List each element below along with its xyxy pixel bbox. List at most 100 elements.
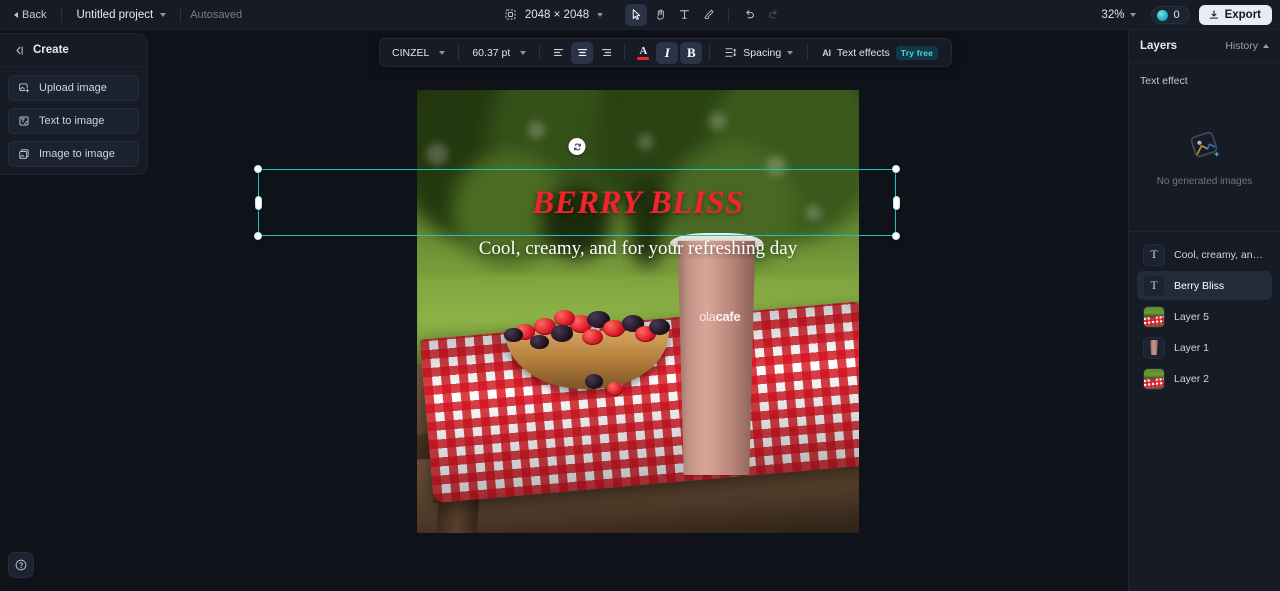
layer-row[interactable]: T Cool, creamy, and fo… xyxy=(1137,240,1272,269)
rotate-handle-icon xyxy=(573,143,581,150)
autosaved-label: Autosaved xyxy=(190,8,243,21)
divider xyxy=(458,45,460,60)
align-center-button[interactable] xyxy=(571,41,594,64)
text-color-swatch-icon: A xyxy=(637,45,650,60)
align-left-icon xyxy=(553,49,563,56)
resize-handle-right[interactable] xyxy=(892,195,900,210)
layer-name: Layer 2 xyxy=(1174,372,1210,385)
try-free-badge[interactable]: Try free xyxy=(895,45,939,60)
export-button[interactable]: Export xyxy=(1198,5,1272,25)
create-panel-header: Create xyxy=(0,34,147,67)
layer-row[interactable]: Layer 5 xyxy=(1137,302,1272,331)
resize-handle-top-left[interactable] xyxy=(254,165,262,173)
align-right-button[interactable] xyxy=(595,42,617,64)
app-root: Back Untitled project Autosaved 2048 × 2… xyxy=(0,0,1280,591)
spacing-dropdown[interactable]: Spacing xyxy=(717,43,800,62)
layers-list: T Cool, creamy, and fo… T Berry Bliss La… xyxy=(1129,232,1280,393)
history-toggle[interactable]: History xyxy=(1225,40,1269,52)
text-color-bar xyxy=(637,56,650,60)
layer-thumbnail-image xyxy=(1143,367,1165,390)
image-to-image-icon xyxy=(19,149,29,159)
poster-subtitle-text[interactable]: Cool, creamy, and for your refreshing da… xyxy=(444,238,833,260)
layer-thumbnail-text-icon: T xyxy=(1143,274,1165,297)
text-selection-box[interactable] xyxy=(254,138,900,240)
layer-row[interactable]: T Berry Bliss xyxy=(1137,271,1272,300)
bold-icon: B xyxy=(686,44,696,60)
top-bar-left: Back Untitled project Autosaved xyxy=(0,0,242,30)
text-effects-button[interactable]: AI Text effects Try free xyxy=(815,43,945,63)
text-tool-button[interactable] xyxy=(673,4,695,26)
resize-handle-left[interactable] xyxy=(254,195,262,210)
spacing-icon xyxy=(725,48,737,57)
chevron-down-icon xyxy=(787,50,794,55)
berry xyxy=(504,327,524,343)
chevron-left-icon xyxy=(14,11,18,18)
collapse-panel-icon[interactable] xyxy=(12,44,25,57)
upload-image-icon xyxy=(19,83,30,93)
bold-button[interactable]: B xyxy=(680,41,703,64)
font-size-dropdown[interactable]: 60.37 pt xyxy=(466,44,532,62)
help-button[interactable] xyxy=(8,552,34,578)
download-icon xyxy=(1209,10,1218,19)
layer-row[interactable]: Layer 2 xyxy=(1137,364,1272,393)
chevron-down-icon xyxy=(597,12,604,17)
ai-badge-icon: AI xyxy=(822,47,831,58)
text-formatting-toolbar: CINZEL 60.37 pt A I B Spacing AI Text ef… xyxy=(379,38,953,67)
divider xyxy=(180,7,182,22)
font-family-dropdown[interactable]: CINZEL xyxy=(386,44,451,62)
redo-button[interactable] xyxy=(762,4,784,26)
project-name-dropdown[interactable]: Untitled project xyxy=(69,6,173,24)
zoom-dropdown[interactable]: 32% xyxy=(1095,6,1142,24)
rotate-handle[interactable] xyxy=(568,138,586,155)
cup-logo-prefix: ola xyxy=(699,309,716,325)
text-to-image-icon xyxy=(19,116,29,126)
project-name-label: Untitled project xyxy=(76,8,154,21)
select-tool-button[interactable] xyxy=(625,3,648,26)
align-left-button[interactable] xyxy=(547,42,569,64)
resize-handle-top-right[interactable] xyxy=(892,165,900,173)
text-color-button[interactable]: A xyxy=(632,42,654,64)
back-button[interactable]: Back xyxy=(6,6,54,24)
brush-tool-button[interactable] xyxy=(697,4,719,26)
hand-icon xyxy=(656,9,664,20)
create-panel-title: Create xyxy=(33,44,69,56)
artboard[interactable]: olacafe BERRY BLISS Cool, creamy, and fo… xyxy=(417,90,859,533)
chevron-down-icon xyxy=(1130,13,1137,17)
no-generated-images-label: No generated images xyxy=(1156,175,1253,187)
canvas-area[interactable]: olacafe BERRY BLISS Cool, creamy, and fo… xyxy=(148,30,1128,591)
layers-panel-title: Layers xyxy=(1140,40,1178,52)
chevron-down-icon xyxy=(160,12,167,17)
hand-tool-button[interactable] xyxy=(649,4,671,26)
text-effect-section-label: Text effect xyxy=(1140,75,1188,87)
credits-badge[interactable]: 0 xyxy=(1151,6,1190,24)
undo-button[interactable] xyxy=(738,4,760,26)
divider xyxy=(61,7,63,22)
layer-thumbnail-image xyxy=(1143,305,1165,328)
berry xyxy=(530,334,550,350)
cursor-icon xyxy=(632,9,640,20)
resize-handle-bottom-left[interactable] xyxy=(254,232,262,240)
canvas-size-label: 2048 × 2048 xyxy=(524,8,590,21)
berry xyxy=(581,328,603,345)
thumbnail-bowl xyxy=(1149,377,1157,381)
layer-name: Berry Bliss xyxy=(1174,279,1225,292)
tool-group xyxy=(625,3,784,26)
layer-row[interactable]: Layer 1 xyxy=(1137,333,1272,362)
chevron-down-icon xyxy=(520,50,527,55)
create-panel-body: Upload image Text to image Image to imag… xyxy=(0,67,147,175)
canvas-size-dropdown[interactable]: 2048 × 2048 xyxy=(496,5,611,24)
image-to-image-button[interactable]: Image to image xyxy=(8,141,139,167)
resize-handle-bottom-right[interactable] xyxy=(892,232,900,240)
image-to-image-label: Image to image xyxy=(39,148,115,160)
italic-button[interactable]: I xyxy=(656,41,679,64)
top-bar: Back Untitled project Autosaved 2048 × 2… xyxy=(0,0,1280,30)
thumbnail-scene xyxy=(1144,368,1164,389)
text-to-image-button[interactable]: Text to image xyxy=(8,108,139,134)
create-panel: Create Upload image Text to image Image … xyxy=(0,33,148,175)
no-images-icon xyxy=(1190,131,1220,157)
history-label: History xyxy=(1225,40,1258,52)
back-label: Back xyxy=(22,8,47,21)
berries-pile xyxy=(501,300,673,350)
stray-berry xyxy=(607,382,623,397)
upload-image-button[interactable]: Upload image xyxy=(8,75,139,101)
